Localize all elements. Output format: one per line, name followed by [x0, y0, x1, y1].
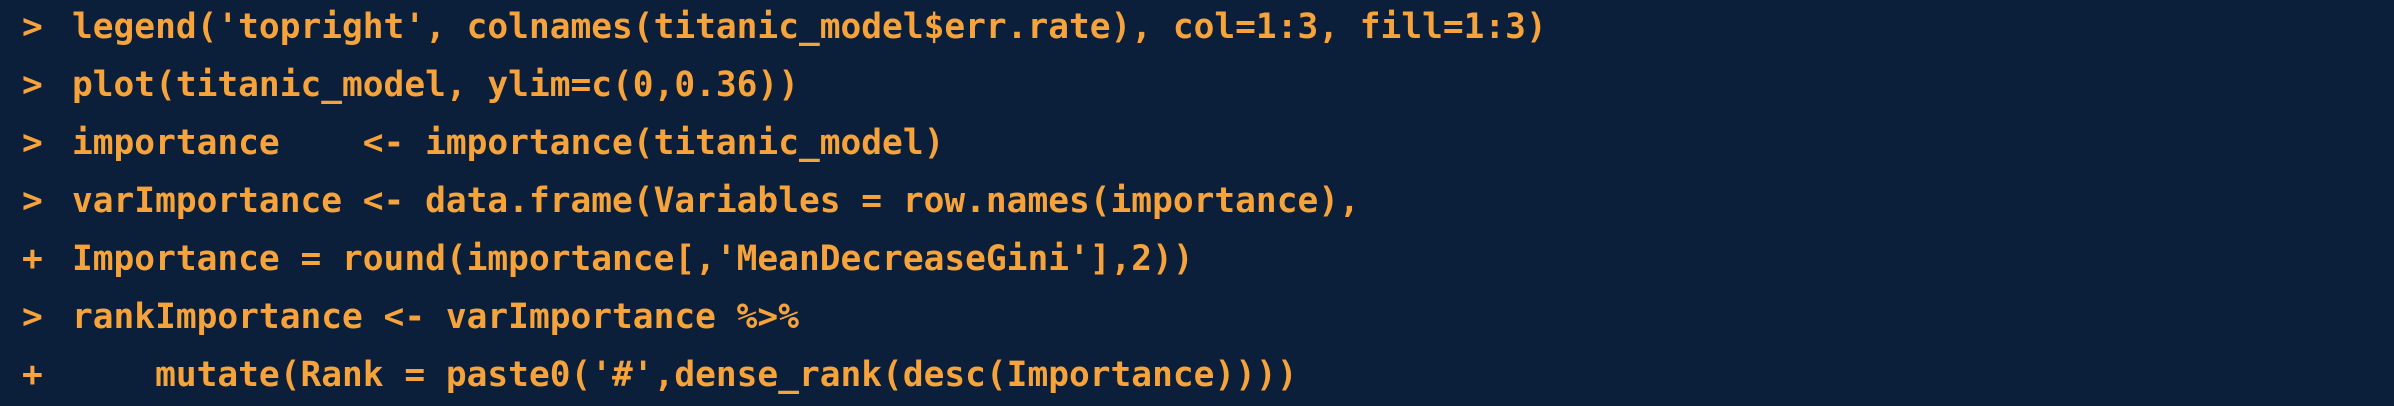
prompt-symbol: > [22, 7, 43, 47]
console-code: importance <- importance(titanic_model) [72, 123, 945, 163]
console-line: > importance <- importance(titanic_model) [22, 118, 2394, 176]
console-code: plot(titanic_model, ylim=c(0,0.36)) [72, 65, 799, 105]
console-code: rankImportance <- varImportance %>% [72, 297, 799, 337]
prompt-symbol: > [22, 297, 43, 337]
console-code: legend('topright', colnames(titanic_mode… [72, 7, 1547, 47]
console-line: > plot(titanic_model, ylim=c(0,0.36)) [22, 60, 2394, 118]
continuation-symbol: + [22, 355, 43, 395]
continuation-symbol: + [22, 239, 43, 279]
prompt-symbol: > [22, 123, 43, 163]
console-line: > varImportance <- data.frame(Variables =… [22, 176, 2394, 234]
r-console[interactable]: > legend('topright', colnames(titanic_mod… [0, 0, 2394, 406]
prompt-symbol: > [22, 65, 43, 105]
console-code: Importance = round(importance[,'MeanDecr… [72, 239, 1194, 279]
prompt-symbol: > [22, 181, 43, 221]
console-line: + mutate(Rank = paste0('#',dense_rank(de… [22, 350, 2394, 406]
console-code: mutate(Rank = paste0('#',dense_rank(desc… [72, 355, 1298, 395]
console-code: varImportance <- data.frame(Variables = … [72, 181, 1360, 221]
console-line: > rankImportance <- varImportance %>% [22, 292, 2394, 350]
console-line: > legend('topright', colnames(titanic_mod… [22, 2, 2394, 60]
console-line: + Importance = round(importance[,'MeanDec… [22, 234, 2394, 292]
